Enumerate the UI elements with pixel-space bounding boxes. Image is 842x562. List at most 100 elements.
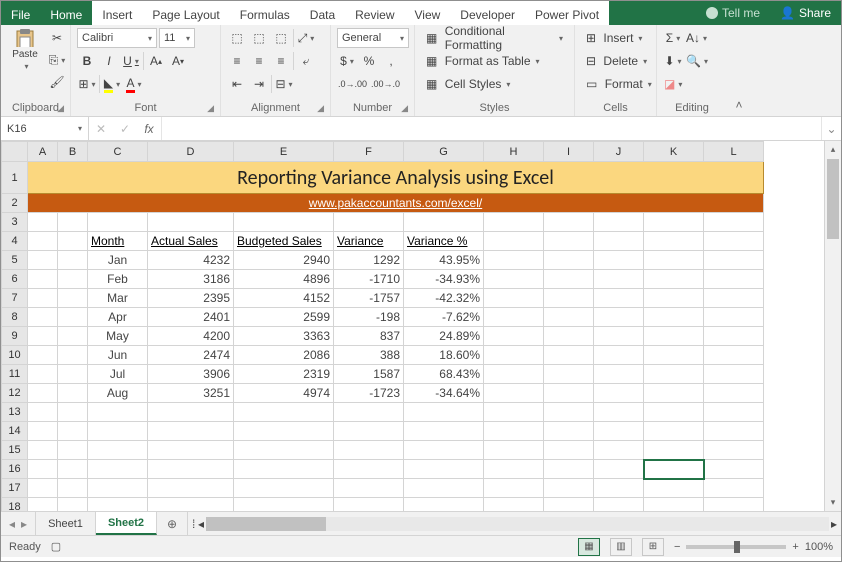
col-header-L[interactable]: L [704, 142, 764, 162]
scroll-thumb[interactable] [827, 159, 839, 239]
row-header-2[interactable]: 2 [2, 194, 28, 213]
cell[interactable] [704, 289, 764, 308]
cell[interactable] [404, 422, 484, 441]
format-as-table-button[interactable]: ▦ Format as Table▾ [421, 51, 545, 71]
cell[interactable]: -1723 [334, 384, 404, 403]
row-header-6[interactable]: 6 [2, 270, 28, 289]
paste-button[interactable]: Paste▾ [7, 28, 43, 72]
cell[interactable] [594, 441, 644, 460]
cell[interactable] [544, 384, 594, 403]
number-launcher[interactable]: ◢ [401, 103, 408, 114]
cell[interactable]: 4152 [234, 289, 334, 308]
cell[interactable] [594, 346, 644, 365]
merge-button[interactable]: ⊟▾ [274, 74, 294, 94]
cell[interactable] [544, 327, 594, 346]
cell[interactable] [234, 422, 334, 441]
cancel-formula-button[interactable]: ✕ [89, 117, 113, 140]
cell[interactable]: Mar [88, 289, 148, 308]
cell[interactable] [58, 289, 88, 308]
cell[interactable] [594, 403, 644, 422]
cell[interactable]: 43.95% [404, 251, 484, 270]
cell[interactable]: Variance % [404, 232, 484, 251]
cell[interactable] [148, 403, 234, 422]
row-header-11[interactable]: 11 [2, 365, 28, 384]
cell[interactable]: Jul [88, 365, 148, 384]
cell[interactable]: 18.60% [404, 346, 484, 365]
cell[interactable] [484, 460, 544, 479]
cell[interactable] [644, 384, 704, 403]
cell[interactable] [704, 498, 764, 512]
cell[interactable] [544, 232, 594, 251]
cell[interactable] [484, 422, 544, 441]
find-select-button[interactable]: 🔍▾ [685, 51, 709, 71]
collapse-ribbon-button[interactable]: ˄ [727, 25, 751, 116]
cell[interactable]: -7.62% [404, 308, 484, 327]
cell[interactable] [544, 441, 594, 460]
cell[interactable]: 3906 [148, 365, 234, 384]
cell[interactable]: Month [88, 232, 148, 251]
cell[interactable] [594, 270, 644, 289]
cell[interactable]: -1757 [334, 289, 404, 308]
italic-button[interactable]: I [99, 51, 119, 71]
cell[interactable]: -1710 [334, 270, 404, 289]
cell[interactable] [644, 441, 704, 460]
formula-input[interactable] [162, 117, 821, 140]
cell[interactable] [28, 403, 58, 422]
cut-button[interactable]: ✂ [47, 28, 67, 48]
font-launcher[interactable]: ◢ [207, 103, 214, 114]
sheet-nav-prev[interactable]: ◂ [9, 517, 15, 531]
cell[interactable] [544, 365, 594, 384]
copy-button[interactable]: ⎘▾ [47, 50, 67, 70]
cell[interactable]: 4232 [148, 251, 234, 270]
cell[interactable]: 3251 [148, 384, 234, 403]
alignment-launcher[interactable]: ◢ [317, 103, 324, 114]
cell[interactable] [544, 498, 594, 512]
cell[interactable] [404, 479, 484, 498]
cell[interactable] [644, 422, 704, 441]
cell[interactable]: 24.89% [404, 327, 484, 346]
cell[interactable] [594, 213, 644, 232]
cell[interactable] [404, 460, 484, 479]
row-header-12[interactable]: 12 [2, 384, 28, 403]
cell[interactable]: Actual Sales [148, 232, 234, 251]
add-sheet-button[interactable]: ⊕ [157, 512, 187, 535]
cell[interactable] [28, 346, 58, 365]
cell[interactable]: 837 [334, 327, 404, 346]
hscroll-right[interactable]: ▸ [831, 517, 837, 531]
cell[interactable] [704, 327, 764, 346]
row-header-13[interactable]: 13 [2, 403, 28, 422]
cell[interactable] [704, 441, 764, 460]
cell[interactable]: Variance [334, 232, 404, 251]
cell[interactable]: 4896 [234, 270, 334, 289]
currency-button[interactable]: $▾ [337, 51, 357, 71]
row-header-10[interactable]: 10 [2, 346, 28, 365]
cell[interactable] [404, 213, 484, 232]
font-color-button[interactable]: A▾ [124, 74, 144, 94]
cell[interactable] [484, 251, 544, 270]
cell[interactable]: 68.43% [404, 365, 484, 384]
col-header-B[interactable]: B [58, 142, 88, 162]
cell[interactable] [484, 327, 544, 346]
cell[interactable] [594, 251, 644, 270]
cell[interactable] [484, 270, 544, 289]
cell[interactable] [58, 232, 88, 251]
cell[interactable] [484, 289, 544, 308]
cell[interactable] [544, 251, 594, 270]
cell[interactable] [544, 308, 594, 327]
cell[interactable]: -198 [334, 308, 404, 327]
scroll-up-icon[interactable]: ▴ [825, 141, 841, 158]
increase-indent-button[interactable]: ⇥ [249, 74, 269, 94]
align-right-button[interactable]: ≡ [271, 51, 291, 71]
format-painter-button[interactable]: 🖌 [47, 72, 67, 92]
decrease-font-button[interactable]: A▾ [168, 51, 188, 71]
underline-button[interactable]: U▾ [121, 51, 141, 71]
cell[interactable] [644, 479, 704, 498]
cell[interactable] [28, 270, 58, 289]
cell[interactable]: 3186 [148, 270, 234, 289]
cell[interactable] [28, 498, 58, 512]
cell[interactable] [644, 213, 704, 232]
cell[interactable] [404, 403, 484, 422]
cell[interactable] [704, 213, 764, 232]
insert-cells-button[interactable]: ⊞ Insert▾ [581, 28, 647, 48]
scroll-down-icon[interactable]: ▾ [825, 494, 841, 511]
